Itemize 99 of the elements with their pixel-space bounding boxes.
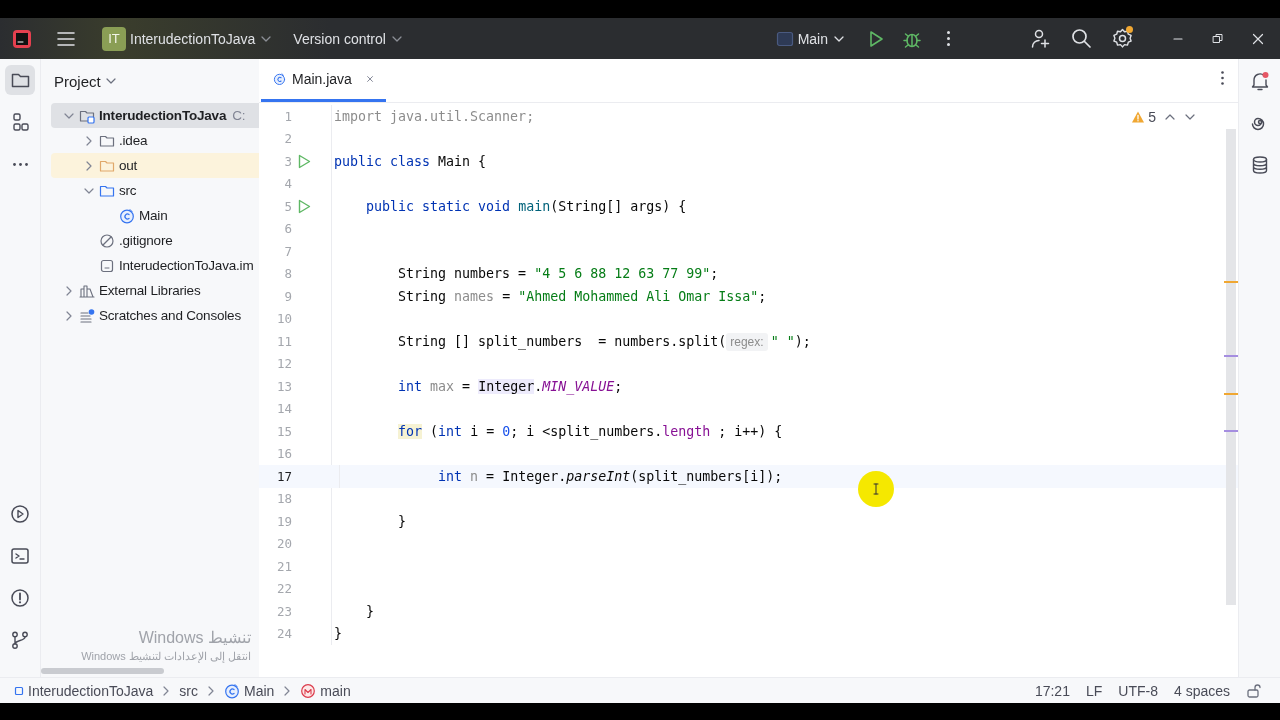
settings-icon [1111, 28, 1133, 49]
text-cursor-icon [872, 483, 880, 495]
more-vertical-icon [946, 31, 950, 46]
tree-item[interactable]: .gitignore [51, 228, 259, 253]
search-icon [1070, 28, 1092, 49]
vcs-menu[interactable]: Version control [287, 26, 410, 51]
line-number: 7 [283, 243, 292, 259]
code-line: String [] split_numbers = numbers.split( regex: " "); [397, 333, 811, 349]
bell-icon [1249, 71, 1270, 91]
activation-title: تنشيط Windows [138, 628, 251, 647]
code-line: String numbers = "4 5 6 88 12 63 77 99"; [397, 266, 719, 282]
line-number: 3 [283, 153, 292, 169]
project-selector[interactable]: IT InterudectionToJava [96, 22, 280, 55]
line-number: 14 [275, 401, 292, 417]
line-number: 22 [275, 581, 292, 597]
ignore-file-icon [99, 232, 115, 249]
line-number: 15 [275, 423, 292, 439]
line-number: 2 [283, 131, 292, 147]
project-path: C: [232, 108, 246, 123]
editor-tab[interactable]: Main.java [261, 59, 386, 102]
tree-item[interactable]: InterudectionToJava.im [51, 253, 259, 278]
library-icon [79, 282, 95, 299]
code-line: int max = Integer.MIN_VALUE; [397, 378, 623, 394]
code-line: public class Main { [334, 153, 487, 169]
line-number: 10 [275, 311, 292, 327]
code-line: } [334, 626, 342, 642]
tree-item[interactable]: Scratches and Consoles [51, 303, 259, 328]
problems-icon [10, 588, 30, 608]
class-icon [119, 207, 135, 224]
line-number: 6 [283, 221, 292, 237]
line-number: 18 [275, 491, 292, 507]
restore-icon [1212, 32, 1224, 45]
git-branch-icon [10, 630, 30, 650]
more-icon [12, 162, 28, 166]
class-icon [273, 71, 286, 87]
line-number: 17 [275, 468, 292, 484]
terminal-icon [10, 546, 30, 566]
line-number: 4 [283, 176, 292, 192]
code-line: public static void main(String[] args) { [365, 198, 687, 214]
parameter-hint: regex: [726, 332, 768, 351]
tree-item[interactable]: src [51, 178, 259, 203]
horizontal-scrollbar[interactable] [41, 668, 164, 674]
line-number: 13 [275, 378, 292, 394]
tree-item[interactable]: out [51, 153, 259, 178]
run-configuration-selector[interactable]: Main [769, 25, 852, 52]
tree-item[interactable]: Main [51, 203, 259, 228]
unlock-icon [1246, 682, 1262, 699]
indent-setting[interactable]: 4 spaces [1169, 682, 1234, 699]
line-number: 8 [283, 266, 292, 282]
tree-item[interactable]: External Libraries [51, 278, 259, 303]
app-logo-icon [12, 28, 32, 49]
run-gutter-icon [297, 198, 312, 214]
project-badge: IT [102, 26, 126, 51]
run-gutter-icon [297, 153, 312, 169]
close-icon [1252, 32, 1264, 45]
caret-position[interactable]: 17:21 [1030, 682, 1074, 699]
file-icon [99, 257, 115, 274]
breadcrumb[interactable]: Main [224, 682, 275, 699]
more-vertical-icon [1221, 71, 1224, 85]
code-line: } [365, 603, 375, 619]
add-user-icon [1029, 28, 1051, 49]
run-panel-icon [10, 504, 30, 524]
warning-icon [1131, 110, 1146, 124]
inspection-widget[interactable]: 5 [1131, 109, 1156, 125]
line-number: 12 [275, 356, 292, 372]
tree-item[interactable]: InterudectionToJava C: [51, 103, 259, 128]
line-number: 19 [275, 513, 292, 529]
code-line: for (int i = 0; i <split_numbers.length ; i++) { [397, 423, 783, 439]
line-number: 21 [275, 558, 292, 574]
line-number: 24 [275, 626, 292, 642]
scratches-icon [79, 307, 95, 324]
line-number: 20 [275, 536, 292, 552]
code-line: int n = Integer.parseInt(split_numbers[i]); [437, 468, 783, 484]
line-number: 11 [275, 333, 292, 349]
structure-icon [10, 112, 30, 132]
close-tab-icon [365, 74, 374, 84]
panel-title[interactable]: Project [54, 72, 101, 90]
breadcrumb[interactable]: main [300, 682, 351, 699]
method-icon [300, 682, 317, 699]
window-icon [775, 29, 794, 48]
line-number: 1 [283, 108, 292, 124]
breadcrumb[interactable]: src [179, 682, 198, 699]
breadcrumb[interactable]: InterudectionToJava [14, 682, 154, 699]
tab-options-button[interactable] [1221, 71, 1224, 85]
tree-item[interactable]: .idea [51, 128, 259, 153]
file-encoding[interactable]: UTF-8 [1114, 682, 1162, 699]
code-line: String names = "Ahmed Mohammed Ali Omar Issa"; [397, 288, 767, 304]
code-line: import java.util.Scanner; [334, 108, 535, 124]
line-number: 23 [275, 603, 292, 619]
module-icon [14, 685, 24, 696]
line-number: 9 [283, 288, 292, 304]
tool-window-button[interactable] [5, 65, 35, 95]
line-separator[interactable]: LF [1081, 682, 1107, 699]
line-number: 5 [283, 198, 292, 214]
line-number: 16 [275, 446, 292, 462]
vertical-scrollbar[interactable] [1226, 129, 1236, 605]
class-icon [224, 682, 240, 699]
code-line: } [397, 513, 407, 529]
activation-notice: انتقل إلى الإعدادات لتنشيط Windows [81, 650, 251, 663]
